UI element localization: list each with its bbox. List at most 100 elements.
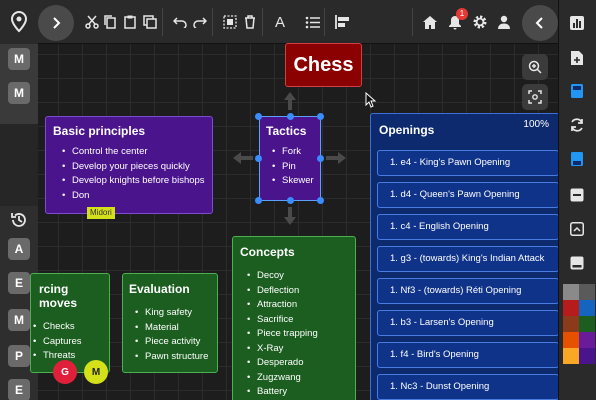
color-swatch[interactable] (579, 316, 595, 332)
resize-handle[interactable] (287, 197, 294, 204)
map-button-2[interactable]: M (8, 82, 30, 104)
root-node-chess[interactable]: Chess (285, 43, 362, 87)
color-swatch[interactable] (579, 348, 595, 364)
map-pin-logo-icon[interactable] (0, 0, 38, 44)
top-toolbar: A 1 (0, 0, 596, 44)
cut-button[interactable] (82, 11, 102, 33)
bulleted-list-icon (305, 16, 320, 28)
redo-icon (193, 17, 207, 28)
home-button[interactable] (420, 11, 440, 33)
layer-button-a[interactable]: A (8, 238, 30, 260)
trash-icon (245, 15, 255, 29)
text-tool-button[interactable]: A (270, 11, 290, 33)
collaborator-avatar-g[interactable]: G (53, 360, 77, 384)
opening-item[interactable]: 1. Nf3 - (towards) Réti Opening (377, 278, 559, 304)
panel-bottom-button[interactable] (566, 252, 588, 274)
list-item: Decoy (245, 269, 355, 284)
layer-button-p[interactable]: P (8, 345, 30, 367)
layer-button-e[interactable]: E (8, 272, 30, 294)
list-item: Desperado (245, 356, 355, 371)
list-item: Material (133, 321, 217, 336)
expand-panel-button[interactable] (38, 5, 74, 41)
color-swatch[interactable] (579, 284, 595, 300)
color-swatch[interactable] (579, 300, 595, 316)
list-button[interactable] (302, 11, 322, 33)
move-up-button[interactable] (566, 218, 588, 240)
duplicate-icon (143, 15, 157, 29)
resize-handle[interactable] (317, 197, 324, 204)
redo-button[interactable] (190, 11, 210, 33)
node-forcing-moves[interactable]: rcing moves Checks Captures Threats (30, 273, 110, 373)
resize-handle[interactable] (255, 197, 262, 204)
zoom-percent: 100% (523, 119, 549, 130)
copy-icon (104, 15, 116, 29)
select-box-icon (223, 15, 237, 29)
opening-item[interactable]: 1. d4 - Queen's Pawn Opening (377, 182, 559, 208)
undo-button[interactable] (170, 11, 190, 33)
opening-item[interactable]: 1. g3 - (towards) King's Indian Attack (377, 246, 559, 272)
color-swatch[interactable] (563, 284, 579, 300)
duplicate-button[interactable] (140, 11, 160, 33)
focus-frame-icon (528, 90, 542, 104)
sync-icon (571, 118, 583, 132)
zoom-in-button[interactable] (522, 54, 548, 80)
collaborator-avatar-m[interactable]: M (84, 360, 108, 384)
minus-box-icon (570, 188, 584, 202)
chevron-right-icon (53, 17, 61, 29)
node-concepts[interactable]: Concepts Decoy Deflection Attraction Sac… (232, 236, 356, 400)
list-item: Piece activity (133, 335, 217, 350)
resize-handle[interactable] (287, 113, 294, 120)
layer-button-m[interactable]: M (8, 309, 30, 331)
resize-handle[interactable] (317, 113, 324, 120)
list-item: Pin (270, 160, 320, 175)
new-file-button[interactable] (566, 47, 588, 69)
color-swatch[interactable] (563, 316, 579, 332)
fit-to-screen-button[interactable] (522, 84, 548, 110)
copy-button[interactable] (100, 11, 120, 33)
list-item: Develop knights before bishops (60, 174, 212, 189)
account-button[interactable] (494, 11, 514, 33)
remove-button[interactable] (566, 184, 588, 206)
settings-button[interactable] (470, 11, 490, 33)
opening-item[interactable]: 1. Nc3 - Dunst Opening (377, 374, 559, 400)
color-swatch[interactable] (579, 332, 595, 348)
color-swatch[interactable] (563, 300, 579, 316)
opening-item[interactable]: 1. b3 - Larsen's Opening (377, 310, 559, 336)
save-button[interactable] (566, 80, 588, 102)
user-icon (498, 15, 510, 29)
resize-handle[interactable] (255, 113, 262, 120)
color-swatch[interactable] (563, 348, 579, 364)
clipboard-icon (124, 15, 136, 29)
list-item: Skewer (270, 174, 320, 189)
history-button[interactable] (9, 210, 29, 230)
node-title: Concepts (240, 245, 295, 259)
node-evaluation[interactable]: Evaluation King safety Material Piece ac… (122, 273, 218, 373)
node-basic-principles[interactable]: Basic principles Control the center Deve… (45, 116, 213, 214)
opening-item[interactable]: 1. f4 - Bird's Opening (377, 342, 559, 368)
chart-button[interactable] (566, 12, 588, 34)
save-as-button[interactable] (566, 148, 588, 170)
resize-handle[interactable] (317, 155, 324, 162)
sync-button[interactable] (566, 114, 588, 136)
layer-button-e2[interactable]: E (8, 379, 30, 400)
list-item: Pawn structure (133, 350, 217, 365)
undo-icon (173, 17, 187, 28)
select-all-button[interactable] (220, 11, 240, 33)
collapse-panel-button[interactable] (522, 5, 558, 41)
opening-item[interactable]: 1. c4 - English Opening (377, 214, 559, 240)
align-left-icon (334, 15, 349, 29)
node-tactics[interactable]: Tactics Fork Pin Skewer (259, 116, 321, 201)
delete-button[interactable] (240, 11, 260, 33)
mind-map-canvas[interactable]: A 1 M M A E M P E Chess Basic principles… (0, 0, 596, 400)
map-button-1[interactable]: M (8, 48, 30, 70)
color-palette (563, 284, 596, 366)
color-swatch[interactable] (563, 332, 579, 348)
list-item-editing[interactable]: Don (60, 189, 212, 204)
opening-item[interactable]: 1. e4 - King's Pawn Opening (377, 150, 559, 176)
node-openings[interactable]: Openings 100% 1. e4 - King's Pawn Openin… (370, 113, 560, 400)
align-button[interactable] (332, 11, 352, 33)
paste-button[interactable] (120, 11, 140, 33)
resize-handle[interactable] (255, 155, 262, 162)
save-icon (571, 84, 583, 98)
bar-chart-icon (570, 16, 584, 30)
